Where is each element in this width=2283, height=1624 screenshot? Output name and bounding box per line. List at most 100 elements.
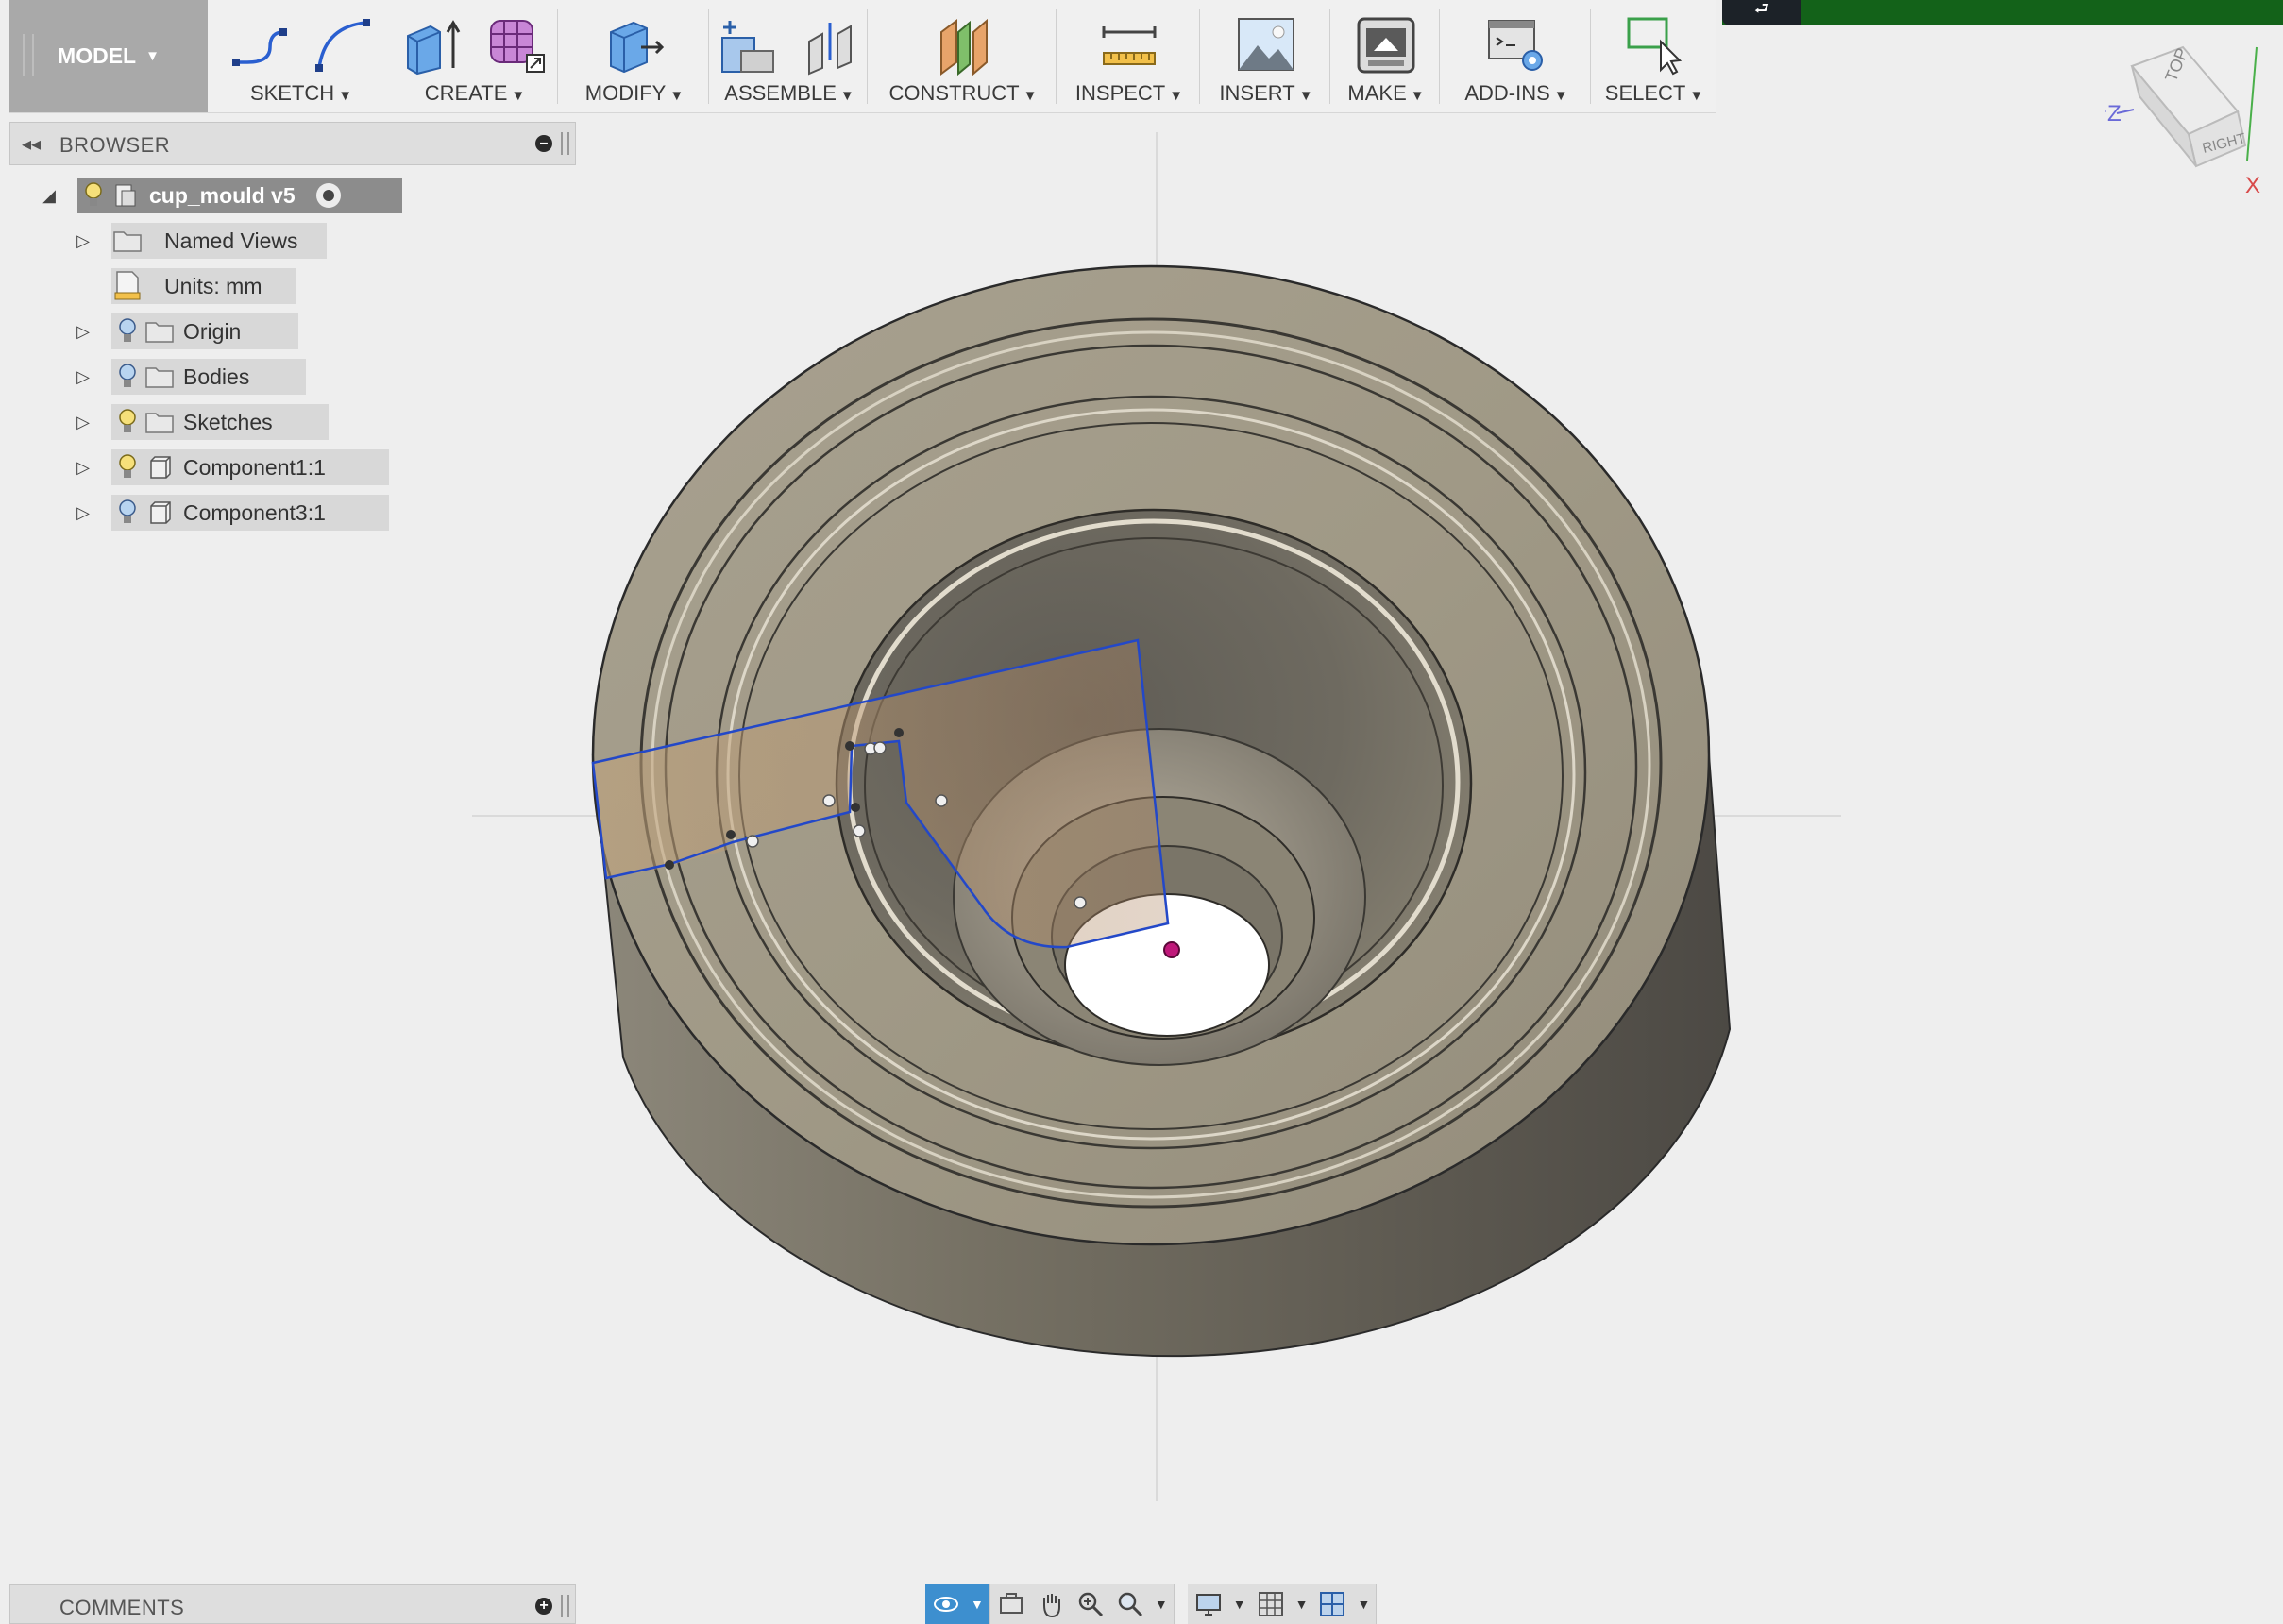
- expand-bodies-icon[interactable]: ▷: [74, 359, 93, 395]
- make-menu[interactable]: MAKE ▼: [1331, 0, 1441, 112]
- construct-menu[interactable]: CONSTRUCT ▼: [869, 0, 1057, 112]
- viewcube[interactable]: TOP RIGHT Z X: [2105, 28, 2283, 208]
- comments-panel-header[interactable]: COMMENTS +: [9, 1584, 576, 1624]
- orbit-dropdown-icon[interactable]: ▼: [971, 1597, 984, 1612]
- display-monitor-icon: [1193, 1589, 1224, 1619]
- sketch-menu[interactable]: SKETCH ▼: [211, 0, 391, 112]
- browser-title: BROWSER: [59, 133, 171, 157]
- sketch-arc-icon[interactable]: [312, 13, 374, 76]
- expand-named-views-icon[interactable]: ▷: [74, 223, 93, 259]
- press-pull-icon[interactable]: [603, 13, 666, 76]
- root-collapse-icon[interactable]: ◢: [40, 178, 59, 213]
- construct-dropdown-icon: ▼: [1023, 88, 1038, 104]
- expand-sketches-icon[interactable]: ▷: [74, 404, 93, 440]
- select-dropdown-icon: ▼: [1689, 88, 1704, 104]
- lightbulb-on-icon[interactable]: [111, 449, 144, 485]
- workspace-dropdown-icon: ▼: [145, 48, 160, 64]
- collapse-panel-icon[interactable]: ◂◂: [22, 132, 41, 156]
- expand-component1-icon[interactable]: ▷: [74, 449, 93, 485]
- inspect-menu[interactable]: INSPECT ▼: [1057, 0, 1201, 112]
- pan-hand-icon[interactable]: [1036, 1589, 1066, 1619]
- minimize-panel-icon[interactable]: –: [535, 135, 552, 152]
- look-at-button[interactable]: ▼: [989, 1584, 1175, 1624]
- zoom-icon[interactable]: [1075, 1589, 1106, 1619]
- add-ins-label: ADD-INS: [1464, 81, 1550, 105]
- browser-item-origin[interactable]: Origin: [111, 313, 298, 349]
- lightbulb-off-icon[interactable]: [111, 359, 144, 395]
- print-3d-icon[interactable]: [1355, 13, 1417, 76]
- folder-icon: [144, 404, 176, 440]
- browser-item-component3[interactable]: Component3:1: [111, 495, 389, 531]
- sketch-line-icon[interactable]: [228, 13, 291, 76]
- component-icon: [144, 449, 176, 485]
- insert-label: INSERT: [1219, 81, 1295, 105]
- job-status-bar[interactable]: [1722, 0, 2283, 25]
- assemble-menu[interactable]: ASSEMBLE ▼: [710, 0, 869, 112]
- toolbar-divider: [557, 9, 558, 104]
- insert-image-icon[interactable]: [1235, 13, 1297, 76]
- toolbar-divider: [1439, 9, 1440, 104]
- folder-icon: [144, 313, 176, 349]
- display-settings-button[interactable]: ▼ ▼ ▼: [1187, 1584, 1378, 1624]
- insert-menu[interactable]: INSERT ▼: [1201, 0, 1331, 112]
- viewports-dropdown-icon[interactable]: ▼: [1357, 1597, 1370, 1612]
- browser-item-component1[interactable]: Component1:1: [111, 449, 389, 485]
- modify-label: MODIFY: [584, 81, 667, 105]
- fit-icon[interactable]: [1115, 1589, 1145, 1619]
- create-menu[interactable]: CREATE ▼: [391, 0, 559, 112]
- sketch-label: SKETCH: [249, 81, 335, 105]
- sketch-dropdown-icon: ▼: [338, 88, 353, 104]
- browser-item-label: Sketches: [183, 409, 273, 434]
- panel-grip-icon[interactable]: [561, 1595, 569, 1617]
- panel-grip-icon[interactable]: [561, 132, 569, 155]
- form-grid-icon[interactable]: [485, 13, 548, 76]
- browser-panel-header[interactable]: ◂◂ BROWSER –: [9, 122, 576, 165]
- assemble-label: ASSEMBLE: [724, 81, 837, 105]
- select-menu[interactable]: SELECT ▼: [1592, 0, 1716, 112]
- inspect-dropdown-icon: ▼: [1169, 88, 1184, 104]
- browser-item-named-views[interactable]: Named Views: [111, 223, 327, 259]
- joint-icon[interactable]: [800, 13, 862, 76]
- expand-origin-icon[interactable]: ▷: [74, 313, 93, 349]
- browser-item-label: Component3:1: [183, 499, 326, 525]
- lightbulb-off-icon[interactable]: [111, 313, 144, 349]
- lightbulb-on-icon[interactable]: [77, 178, 110, 213]
- toolbar-divider: [708, 9, 709, 104]
- component-icon: [144, 495, 176, 531]
- toolbar-divider: [1056, 9, 1057, 104]
- construct-plane-icon[interactable]: [932, 13, 994, 76]
- modify-menu[interactable]: MODIFY ▼: [559, 0, 710, 112]
- display-dropdown-icon[interactable]: ▼: [1233, 1597, 1246, 1612]
- grid-dropdown-icon[interactable]: ▼: [1295, 1597, 1309, 1612]
- browser-item-units[interactable]: Units: mm: [111, 268, 296, 304]
- insert-dropdown-icon: ▼: [1298, 88, 1313, 104]
- browser-root-item[interactable]: cup_mould v5: [77, 178, 402, 213]
- toolbar-grip[interactable]: [23, 34, 34, 76]
- expand-component3-icon[interactable]: ▷: [74, 495, 93, 531]
- add-ins-menu[interactable]: ADD-INS ▼: [1441, 0, 1592, 112]
- orbit-button[interactable]: ▼: [925, 1584, 990, 1624]
- scripts-icon[interactable]: [1485, 13, 1547, 76]
- browser-item-sketches[interactable]: Sketches: [111, 404, 329, 440]
- main-toolbar: MODEL ▼ SKETCH ▼ CREATE ▼ MODIFY ▼ ASSEM…: [9, 0, 1716, 113]
- orbit-icon: [931, 1589, 961, 1619]
- activate-radio-icon[interactable]: [315, 183, 341, 208]
- new-component-icon[interactable]: [717, 13, 779, 76]
- notification-button[interactable]: ⮐: [1722, 0, 1801, 25]
- design-canvas[interactable]: [0, 0, 2283, 1624]
- zoom-dropdown-icon[interactable]: ▼: [1155, 1597, 1168, 1612]
- browser-item-bodies[interactable]: Bodies: [111, 359, 306, 395]
- workspace-label: MODEL: [58, 43, 137, 68]
- viewports-icon[interactable]: [1317, 1589, 1347, 1619]
- workspace-switcher[interactable]: MODEL ▼: [9, 0, 208, 112]
- create-dropdown-icon: ▼: [511, 88, 526, 104]
- measure-ruler-icon[interactable]: [1098, 13, 1160, 76]
- browser-item-label: Units: mm: [164, 273, 262, 298]
- grid-icon[interactable]: [1256, 1589, 1286, 1619]
- extrude-box-icon[interactable]: [402, 13, 465, 76]
- add-comment-icon[interactable]: +: [535, 1598, 552, 1615]
- lightbulb-off-icon[interactable]: [111, 495, 144, 531]
- viewcube-z-axis-label: Z: [2107, 101, 2122, 127]
- select-cursor-icon[interactable]: [1623, 13, 1685, 76]
- lightbulb-on-icon[interactable]: [111, 404, 144, 440]
